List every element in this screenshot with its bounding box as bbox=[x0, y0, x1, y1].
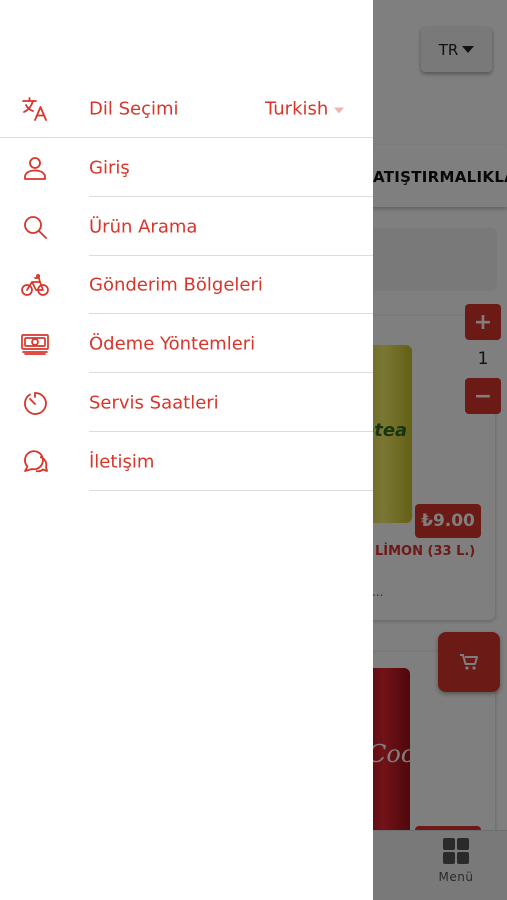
drawer-item-contact[interactable]: İletişim bbox=[0, 433, 373, 491]
drawer-item-label: Servis Saatleri bbox=[89, 392, 219, 414]
divider bbox=[0, 137, 373, 138]
timer-icon bbox=[20, 388, 50, 418]
language-select-value: Turkish bbox=[265, 98, 329, 120]
drawer-item-label: Ürün Arama bbox=[89, 216, 198, 238]
divider bbox=[89, 490, 373, 491]
divider bbox=[89, 372, 373, 373]
search-icon bbox=[20, 212, 50, 242]
chevron-down-icon bbox=[334, 107, 345, 113]
bicycle-icon bbox=[20, 270, 50, 300]
drawer-item-label: Dil Seçimi bbox=[89, 98, 179, 120]
translate-icon bbox=[20, 94, 50, 124]
language-select[interactable]: Turkish bbox=[265, 98, 345, 120]
drawer-item-language[interactable]: Dil Seçimi Turkish bbox=[0, 80, 373, 138]
drawer-item-login[interactable]: Giriş bbox=[0, 139, 373, 197]
divider bbox=[89, 313, 373, 314]
drawer-item-service-hours[interactable]: Servis Saatleri bbox=[0, 374, 373, 432]
drawer-item-product-search[interactable]: Ürün Arama bbox=[0, 198, 373, 256]
drawer-item-label: İletişim bbox=[89, 451, 155, 473]
drawer-item-label: Giriş bbox=[89, 157, 130, 179]
chat-icon bbox=[20, 447, 50, 477]
drawer-item-label: Ödeme Yöntemleri bbox=[89, 333, 256, 355]
drawer-item-payment-methods[interactable]: Ödeme Yöntemleri bbox=[0, 315, 373, 373]
divider bbox=[89, 431, 373, 432]
cash-icon bbox=[20, 329, 50, 359]
drawer-item-label: Gönderim Bölgeleri bbox=[89, 274, 263, 296]
user-icon bbox=[20, 153, 50, 183]
navigation-drawer: Dil Seçimi Turkish Giriş Ürün Arama Gönd… bbox=[0, 0, 373, 900]
drawer-item-delivery-zones[interactable]: Gönderim Bölgeleri bbox=[0, 256, 373, 314]
divider bbox=[89, 196, 373, 197]
